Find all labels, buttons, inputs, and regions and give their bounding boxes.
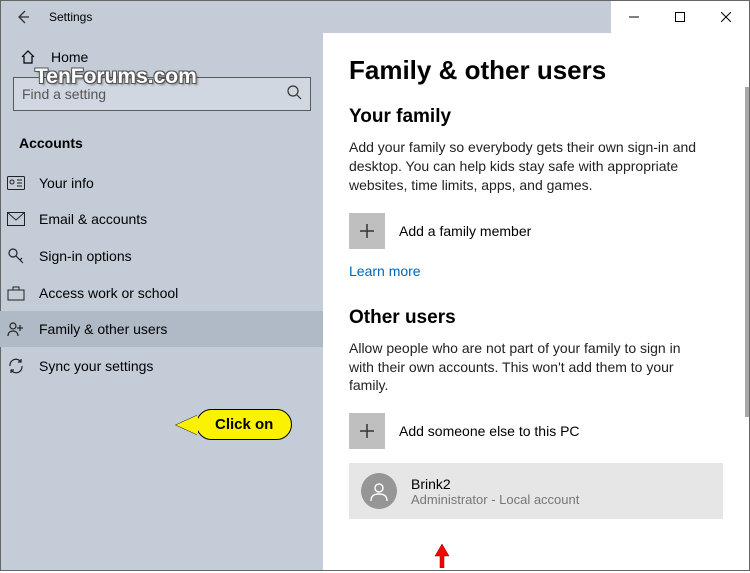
family-description: Add your family so everybody gets their … <box>349 138 709 195</box>
sidebar-item-email-accounts[interactable]: Email & accounts <box>0 201 335 237</box>
search-input[interactable]: Find a setting <box>13 77 311 111</box>
sidebar-item-family-other-users[interactable]: Family & other users <box>0 311 335 347</box>
sidebar-item-your-info[interactable]: Your info <box>0 165 335 201</box>
email-icon <box>7 212 25 226</box>
plus-icon <box>349 213 385 249</box>
sidebar-item-label: Sign-in options <box>39 248 132 264</box>
people-icon <box>7 321 25 337</box>
sidebar-item-access-work-school[interactable]: Access work or school <box>0 275 335 311</box>
sidebar-item-sync-settings[interactable]: Sync your settings <box>0 347 335 385</box>
add-other-label: Add someone else to this PC <box>399 423 580 439</box>
sidebar: Home Find a setting Accounts Your info E… <box>1 33 323 570</box>
family-heading: Your family <box>349 106 723 128</box>
add-family-member-button[interactable]: Add a family member <box>349 213 723 249</box>
add-family-label: Add a family member <box>399 223 531 239</box>
maximize-button[interactable] <box>657 1 703 33</box>
search-icon <box>286 84 302 105</box>
main-content: Family & other users Your family Add you… <box>323 33 749 570</box>
sidebar-item-sign-in-options[interactable]: Sign-in options <box>0 237 335 275</box>
sidebar-item-label: Your info <box>39 175 94 191</box>
sidebar-home[interactable]: Home <box>13 41 311 77</box>
other-users-heading: Other users <box>349 307 723 329</box>
sidebar-item-label: Family & other users <box>39 321 167 337</box>
close-button[interactable] <box>703 1 749 33</box>
id-card-icon <box>7 176 25 190</box>
sidebar-home-label: Home <box>51 49 88 65</box>
plus-icon <box>349 413 385 449</box>
learn-more-link[interactable]: Learn more <box>349 263 421 279</box>
back-button[interactable] <box>1 1 45 33</box>
user-row[interactable]: Brink2 Administrator - Local account <box>349 463 723 519</box>
other-users-description: Allow people who are not part of your fa… <box>349 339 709 396</box>
sidebar-item-label: Sync your settings <box>39 358 153 374</box>
home-icon <box>19 49 37 65</box>
search-placeholder: Find a setting <box>22 86 286 102</box>
minimize-button[interactable] <box>611 1 657 33</box>
sidebar-category: Accounts <box>13 129 311 165</box>
scrollbar-thumb[interactable] <box>745 87 749 417</box>
user-role: Administrator - Local account <box>411 492 579 507</box>
key-icon <box>7 247 25 265</box>
page-title: Family & other users <box>349 55 723 86</box>
sidebar-item-label: Access work or school <box>39 285 178 301</box>
user-name: Brink2 <box>411 476 579 492</box>
briefcase-icon <box>7 285 25 301</box>
window-title: Settings <box>45 10 92 24</box>
add-other-user-button[interactable]: Add someone else to this PC <box>349 413 723 449</box>
sync-icon <box>7 357 25 375</box>
avatar-icon <box>361 473 397 509</box>
sidebar-item-label: Email & accounts <box>39 211 147 227</box>
scrollbar[interactable] <box>745 33 749 570</box>
